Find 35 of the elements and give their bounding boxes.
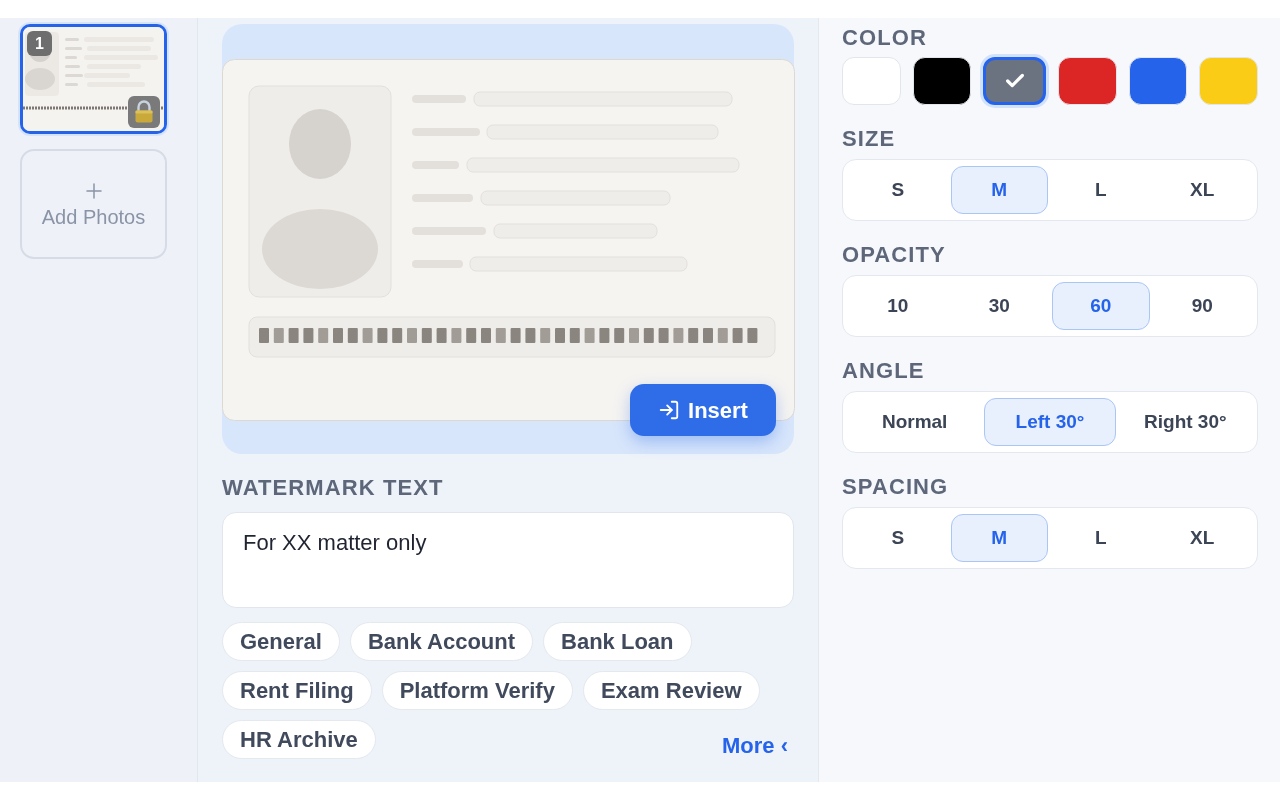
color-swatch[interactable]: [983, 57, 1046, 105]
segment-option[interactable]: 60: [1052, 282, 1150, 330]
segment-option[interactable]: L: [1052, 514, 1150, 562]
segment-option[interactable]: Right 30°: [1119, 398, 1251, 446]
preset-chip[interactable]: Bank Account: [349, 622, 534, 661]
segment-option[interactable]: Normal: [849, 398, 981, 446]
segment-option[interactable]: 10: [849, 282, 947, 330]
segment-option[interactable]: M: [950, 166, 1048, 214]
insert-button[interactable]: Insert: [630, 384, 776, 436]
preset-chip[interactable]: Platform Verify: [381, 671, 573, 710]
section-label: SIZE: [842, 127, 897, 151]
segment-option[interactable]: XL: [1153, 166, 1251, 214]
preset-chip[interactable]: HR Archive: [222, 720, 376, 759]
segment-option[interactable]: L: [1052, 166, 1150, 214]
segment-option[interactable]: S: [849, 514, 947, 562]
section-label: OPACITY: [842, 243, 947, 267]
watermark-text-field[interactable]: For XX matter only: [222, 512, 794, 608]
segment-option[interactable]: Left 30°: [984, 398, 1116, 446]
section-label: COLOR: [842, 26, 928, 50]
section-label: SPACING: [842, 475, 950, 499]
page-thumbnail[interactable]: 1: [20, 24, 167, 134]
segment-option[interactable]: 30: [950, 282, 1048, 330]
segment-option[interactable]: M: [950, 514, 1048, 562]
section-label: ANGLE: [842, 359, 926, 383]
segment-option[interactable]: S: [849, 166, 947, 214]
preset-chip[interactable]: General: [222, 622, 340, 661]
preset-chip[interactable]: Bank Loan: [543, 622, 692, 661]
segment-option[interactable]: XL: [1153, 514, 1251, 562]
segment-option[interactable]: 90: [1153, 282, 1251, 330]
preset-chip[interactable]: Exam Review: [582, 671, 760, 710]
section-label: WATERMARK TEXT: [222, 476, 445, 500]
more-link[interactable]: More ‹: [722, 733, 788, 759]
page-number-badge: 1: [27, 31, 52, 56]
arrow-into-bracket-icon: [658, 399, 681, 421]
preset-chip[interactable]: Rent Filing: [222, 671, 372, 710]
